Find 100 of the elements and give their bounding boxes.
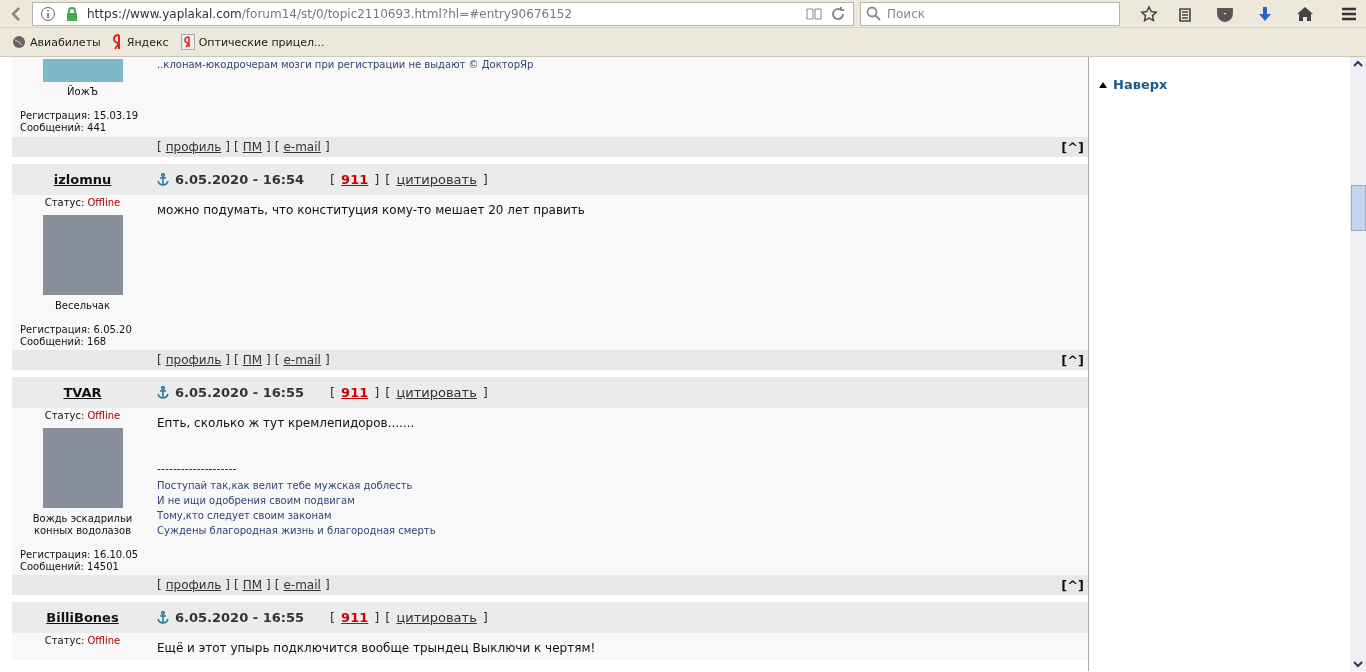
message-count: Сообщений: 441	[20, 122, 108, 134]
scroll-top-link[interactable]: [^]	[1061, 352, 1084, 368]
profile-link[interactable]: ПМ	[242, 578, 263, 592]
letter-logo-icon	[112, 34, 123, 50]
bracket: ]	[225, 140, 230, 154]
profile-link[interactable]: e-mail	[283, 353, 321, 367]
info-icon[interactable]	[39, 4, 57, 23]
post-date: 6.05.2020 - 16:54	[175, 172, 305, 187]
anchor-icon[interactable]	[157, 386, 169, 399]
home-icon[interactable]	[1296, 4, 1314, 23]
registration-date: Регистрация: 6.05.20	[20, 324, 132, 336]
registration-date: Регистрация: 15.03.19	[20, 110, 139, 122]
bracket: [	[274, 353, 280, 367]
bracket: [	[234, 140, 239, 154]
bracket: [	[234, 353, 239, 367]
bracket: [	[274, 578, 280, 592]
letter-logo-icon	[180, 34, 195, 50]
bracket: [	[330, 385, 336, 400]
globe-icon	[12, 35, 26, 49]
bracket: [	[157, 140, 162, 154]
quote-link[interactable]: цитировать	[396, 172, 477, 187]
bracket: ]	[266, 578, 271, 592]
user-rank: Вождь эскадрильи конных водолазов	[31, 513, 134, 537]
anchor-icon[interactable]	[157, 173, 169, 186]
profile-link[interactable]: профиль	[165, 140, 222, 154]
report-link[interactable]: 911	[341, 385, 369, 400]
bookmark-label: Яндекс	[126, 35, 169, 49]
scroll-top-link[interactable]: [^]	[1061, 139, 1084, 155]
profile-link[interactable]: ПМ	[242, 353, 263, 367]
signature-line: ..клонам-юкодрочерам мозги при регистрации не выдают © ДокторЯр	[157, 58, 535, 72]
quote-link[interactable]: цитировать	[396, 385, 477, 400]
signature-line: Поступай так,как велит тебе мужская доблесть	[157, 479, 414, 493]
post-text: Епть, сколько ж тут кремлепидоров.......	[157, 416, 416, 431]
bracket: ]	[482, 172, 488, 187]
report-link[interactable]: 911	[341, 172, 369, 187]
bracket: ]	[374, 385, 380, 400]
status-text: Статус: Offline	[44, 635, 121, 647]
post-date: 6.05.2020 - 16:55	[175, 610, 305, 625]
scroll-top-link[interactable]: [^]	[1061, 577, 1084, 593]
bracket: [	[330, 610, 336, 625]
download-icon[interactable]	[1256, 4, 1274, 23]
author-name[interactable]: BilliBones	[46, 610, 119, 625]
signature-line: И не ищи одобрения своим подвигам	[157, 494, 356, 508]
bracket: ]	[266, 353, 271, 367]
quote-link[interactable]: цитировать	[396, 610, 477, 625]
profile-link[interactable]: e-mail	[283, 140, 321, 154]
signature-rule: --------------------	[157, 461, 238, 476]
bracket: ]	[266, 140, 271, 154]
reload-icon[interactable]	[829, 4, 847, 23]
triangle-up-icon	[1099, 81, 1107, 88]
post-text: Ещё и этот упырь подключится вообще трындец Выключи к чертям!	[157, 641, 597, 656]
search-field[interactable]: Поиск	[860, 1, 1120, 26]
status-text: Статус: Offline	[44, 197, 121, 209]
profile-link[interactable]: профиль	[165, 578, 222, 592]
bracket: ]	[374, 172, 380, 187]
bookmark-item[interactable]: Яндекс	[112, 34, 169, 50]
bracket: [	[385, 172, 391, 187]
scroll-thumb[interactable]	[1351, 185, 1366, 231]
signature-line: Суждены благородная жизнь и благородная смерть	[157, 524, 437, 538]
star-icon[interactable]	[1140, 4, 1158, 23]
back-to-top-link[interactable]: Наверх	[1099, 77, 1340, 92]
anchor-icon[interactable]	[157, 611, 169, 624]
bookmark-item[interactable]: Оптические прицел...	[180, 34, 325, 50]
bracket: ]	[225, 578, 230, 592]
bracket: [	[385, 385, 391, 400]
bracket: [	[157, 353, 162, 367]
bracket: ]	[374, 610, 380, 625]
post-date: 6.05.2020 - 16:55	[175, 385, 305, 400]
profile-link[interactable]: e-mail	[283, 578, 321, 592]
search-icon[interactable]	[865, 4, 883, 23]
user-rank: Весельчак	[54, 300, 111, 312]
status-text: Статус: Offline	[44, 410, 121, 422]
bookmark-label: Авиабилеты	[30, 35, 101, 49]
bracket: ]	[324, 140, 330, 154]
bookmark-item[interactable]: Авиабилеты	[12, 35, 101, 49]
bracket: ]	[324, 353, 330, 367]
bracket: [	[157, 578, 162, 592]
signature-line: Тому,кто следует своим законам	[157, 509, 333, 523]
bracket: ]	[225, 353, 230, 367]
bracket: [	[274, 140, 280, 154]
post-text: можно подумать, что конституция кому-то мешает 20 лет править	[157, 203, 586, 218]
message-count: Сообщений: 168	[20, 336, 108, 348]
bracket: [	[330, 172, 336, 187]
bracket: ]	[482, 385, 488, 400]
bracket: [	[234, 578, 239, 592]
url-text: https://www.yaplakal.com/forum14/st/0/topic2110693.html?hl=#entry90676152	[87, 6, 573, 21]
search-placeholder: Поиск	[887, 6, 925, 21]
bracket: [	[385, 610, 391, 625]
profile-link[interactable]: ПМ	[242, 140, 263, 154]
bookmark-label: Оптические прицел...	[198, 35, 325, 49]
profile-link[interactable]: профиль	[165, 353, 222, 367]
author-name[interactable]: TVAR	[63, 385, 102, 400]
message-count: Сообщений: 14501	[20, 561, 120, 573]
address-bar[interactable]: https://www.yaplakal.com/forum14/st/0/topic2110693.html?hl=#entry90676152	[32, 1, 854, 26]
scrollbar[interactable]	[1350, 57, 1366, 671]
report-link[interactable]: 911	[341, 610, 369, 625]
user-rank: ЙожЪ	[66, 86, 99, 98]
registration-date: Регистрация: 16.10.05	[20, 549, 139, 561]
bracket: ]	[324, 578, 330, 592]
author-name[interactable]: izlomnu	[53, 172, 112, 187]
